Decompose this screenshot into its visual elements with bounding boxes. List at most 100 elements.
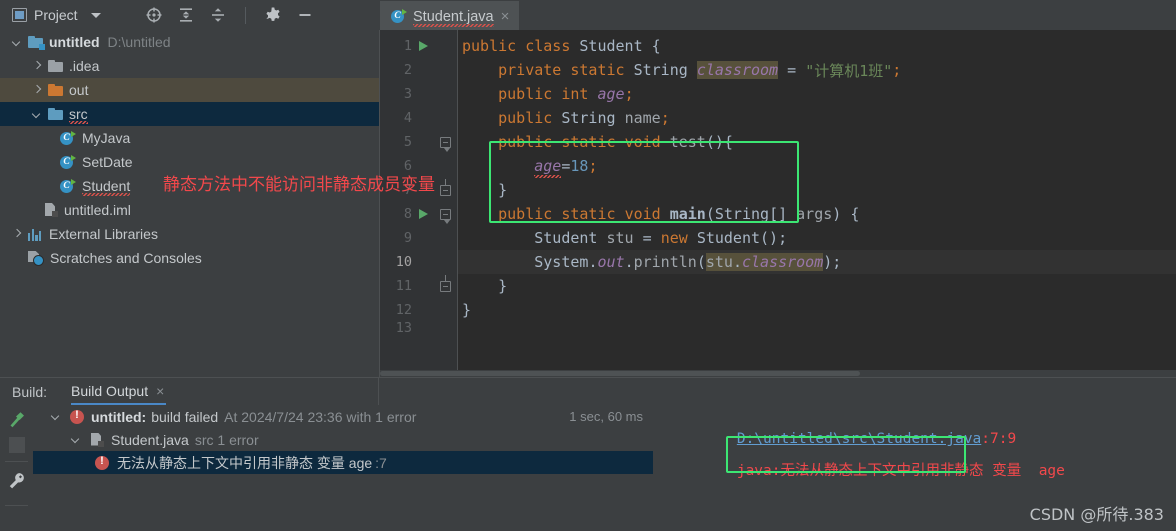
build-row-meta: src 1 error xyxy=(194,431,259,448)
java-class-icon: C xyxy=(60,130,76,146)
close-icon[interactable]: × xyxy=(501,9,510,24)
line-number: 12 xyxy=(395,302,412,318)
method-main: main xyxy=(669,205,706,223)
gutter-line-2: 2 xyxy=(380,58,458,82)
minimize-icon[interactable] xyxy=(296,6,314,24)
fold-collapse-icon[interactable] xyxy=(440,209,451,224)
chevron-down-icon[interactable] xyxy=(90,12,101,18)
locate-icon[interactable] xyxy=(145,6,163,24)
libraries-icon xyxy=(28,228,43,241)
close-icon[interactable]: × xyxy=(156,383,164,399)
param-args: args xyxy=(796,205,833,223)
code-line-3[interactable]: public int age; xyxy=(458,82,1176,106)
code-line-5[interactable]: public static void test(){ xyxy=(458,130,1176,154)
collapse-all-icon[interactable] xyxy=(209,6,227,24)
tree-node-out[interactable]: out xyxy=(0,78,380,102)
project-tool-window-button[interactable]: Project xyxy=(0,7,101,23)
kw-new: new xyxy=(660,229,688,247)
tree-node-src[interactable]: src xyxy=(0,102,380,126)
watermark: CSDN @所待.383 xyxy=(1029,505,1164,524)
line-number: 4 xyxy=(403,110,412,126)
tree-node-myjava[interactable]: C MyJava xyxy=(0,126,380,150)
tree-label-untitled-iml: untitled.iml xyxy=(64,202,131,218)
chevron-down-icon[interactable] xyxy=(12,37,23,48)
wrench-icon[interactable] xyxy=(7,471,27,491)
error-prefix: java: xyxy=(736,463,781,479)
error-icon xyxy=(95,455,109,470)
tree-node-untitled-iml[interactable]: untitled.iml xyxy=(0,198,380,222)
chevron-down-icon[interactable] xyxy=(32,109,43,120)
build-row-student-java[interactable]: Student.java src 1 error xyxy=(33,428,653,451)
tree-node-scratches[interactable]: Scratches and Consoles xyxy=(0,246,380,270)
chevron-right-icon[interactable] xyxy=(32,61,43,72)
field-classroom: classroom xyxy=(696,61,779,79)
run-main-icon[interactable] xyxy=(419,209,428,219)
java-class-icon: C xyxy=(60,178,76,194)
code-line-1[interactable]: public class Student { xyxy=(458,34,1176,58)
var-stu: stu xyxy=(606,229,634,247)
tree-label-untitled: untitled xyxy=(49,34,100,50)
kw-public: public xyxy=(498,205,553,223)
chevron-right-icon[interactable] xyxy=(32,85,43,96)
expand-all-icon[interactable] xyxy=(177,6,195,24)
tab-build-output[interactable]: Build Output × xyxy=(71,378,167,405)
editor-tab-student-java[interactable]: C Student.java × xyxy=(380,1,520,30)
type-student: Student xyxy=(579,37,643,55)
editor-tab-label: Student.java xyxy=(413,9,494,27)
fold-end-icon[interactable] xyxy=(440,275,451,292)
chevron-down-icon[interactable] xyxy=(71,434,82,445)
code-text-area[interactable]: public class Student { private static St… xyxy=(458,30,1176,378)
code-line-4[interactable]: public String name; xyxy=(458,106,1176,130)
code-line-8[interactable]: public static void main(String[] args) { xyxy=(458,202,1176,226)
field-name: name xyxy=(624,109,661,127)
line-number: 2 xyxy=(403,62,412,78)
code-line-7[interactable]: } xyxy=(458,178,1176,202)
line-number: 1 xyxy=(403,38,412,54)
editor-splitter[interactable] xyxy=(379,30,380,378)
code-line-2[interactable]: private static String classroom = "计算机1班… xyxy=(458,58,1176,82)
run-class-icon[interactable] xyxy=(419,41,428,51)
tree-node-external-libraries[interactable]: External Libraries xyxy=(0,222,380,246)
error-message-text: 无法从静态上下文中引用非静态 变量 age xyxy=(780,463,1065,479)
type-student: Student xyxy=(696,229,761,247)
rail-divider xyxy=(5,505,28,506)
tab-build-output-label: Build Output xyxy=(71,382,149,399)
fold-collapse-icon[interactable] xyxy=(440,137,451,152)
folder-gray-icon xyxy=(48,59,63,72)
fold-end-icon[interactable] xyxy=(440,179,451,196)
editor-gutter[interactable]: 1 2 3 4 5 6 7 8 9 10 11 12 13 xyxy=(380,30,458,378)
kw-int: int xyxy=(561,85,589,103)
code-line-6[interactable]: age = 18; xyxy=(458,154,1176,178)
chevron-down-icon[interactable] xyxy=(51,411,62,422)
build-output-tree[interactable]: untitled: build failed At 2024/7/24 23:3… xyxy=(33,405,653,531)
build-tool-window: Build: Build Output × untitled: xyxy=(0,378,1176,531)
kw-static: static xyxy=(561,133,616,151)
gutter-line-10: 10 xyxy=(380,250,458,274)
tree-label-student: Student xyxy=(82,178,131,196)
error-squiggle xyxy=(82,193,131,196)
tree-label-scratches: Scratches and Consoles xyxy=(50,250,202,266)
code-line-11[interactable]: } xyxy=(458,274,1176,298)
kw-private: private xyxy=(498,61,562,79)
code-line-9[interactable]: Student stu = new Student (); xyxy=(458,226,1176,250)
code-line-12[interactable]: } xyxy=(458,298,1176,322)
build-row-untitled[interactable]: untitled: build failed At 2024/7/24 23:3… xyxy=(33,405,653,428)
project-tree[interactable]: untitled D:\untitled .idea out src C MyJ… xyxy=(0,30,380,378)
gear-icon[interactable] xyxy=(264,6,282,24)
code-editor[interactable]: 1 2 3 4 5 6 7 8 9 10 11 12 13 public cla… xyxy=(380,30,1176,378)
field-out: out xyxy=(597,253,625,271)
tree-node-idea[interactable]: .idea xyxy=(0,54,380,78)
tree-path-untitled: D:\untitled xyxy=(107,34,171,50)
field-age-error: age xyxy=(534,157,562,178)
tree-node-untitled[interactable]: untitled D:\untitled xyxy=(0,30,380,54)
build-hammer-icon[interactable] xyxy=(7,409,27,429)
project-icon xyxy=(12,8,27,22)
editor-horizontal-scrollbar[interactable] xyxy=(380,370,1176,377)
project-label: Project xyxy=(34,7,78,23)
type-string: String xyxy=(714,205,770,223)
stop-icon[interactable] xyxy=(9,437,25,453)
chevron-right-icon[interactable] xyxy=(12,229,23,240)
error-squiggle xyxy=(413,23,494,27)
code-line-10[interactable]: System. out. println(stu.classroom); xyxy=(458,250,1176,274)
build-row-error-detail[interactable]: 无法从静态上下文中引用非静态 变量 age :7 xyxy=(33,451,653,474)
